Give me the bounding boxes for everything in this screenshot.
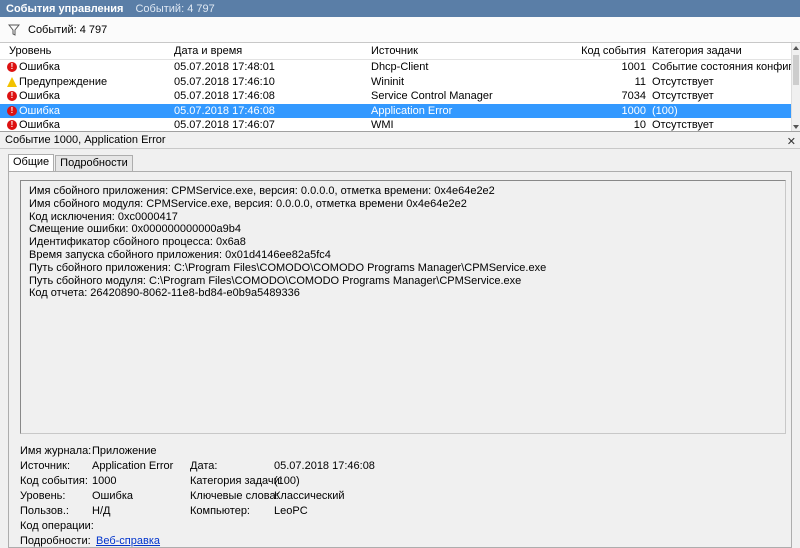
cell-category: Отсутствует: [652, 90, 714, 102]
log-name-label: Имя журнала:: [20, 445, 92, 457]
grid-scrollbar[interactable]: [791, 43, 800, 131]
filter-icon[interactable]: [8, 24, 20, 36]
view-title: События управления: [6, 2, 124, 15]
message-line: Идентификатор сбойного процесса: 0x6a8: [29, 236, 246, 249]
keywords-value: Классический: [274, 490, 345, 502]
general-panel: Имя сбойного приложения: CPMService.exe,…: [8, 171, 792, 548]
opcode-label: Код операции:: [20, 520, 94, 532]
event-message-box[interactable]: Имя сбойного приложения: CPMService.exe,…: [20, 180, 786, 434]
error-icon: !: [7, 62, 17, 72]
message-line: Код отчета: 26420890-8062-11e8-bd84-e0b9…: [29, 287, 300, 300]
cell-code: 11: [634, 75, 646, 88]
detail-title-bar: Событие 1000, Application Error ✕: [0, 133, 800, 149]
grid-header: Уровень Дата и время Источник Код событи…: [0, 43, 800, 60]
date-label: Дата:: [190, 460, 218, 472]
filter-bar: Событий: 4 797: [0, 17, 800, 43]
message-line: Путь сбойного модуля: C:\Program Files\C…: [29, 274, 522, 287]
table-row[interactable]: Предупреждение 05.07.2018 17:46:10 Winin…: [0, 75, 800, 90]
scroll-thumb[interactable]: [793, 55, 799, 85]
cell-level: Ошибка: [19, 104, 60, 117]
cell-category: Отсутствует: [652, 119, 714, 131]
cell-date: 05.07.2018 17:46:08: [174, 90, 275, 102]
col-header-date[interactable]: Дата и время: [174, 45, 242, 57]
source-value: Application Error: [92, 460, 174, 472]
title-bar: События управления Событий: 4 797: [0, 0, 800, 17]
cell-category: Событие состояния конфигур...: [652, 61, 800, 73]
cell-source: Dhcp-Client: [371, 61, 429, 73]
event-code-value: 1000: [92, 475, 117, 487]
level-value: Ошибка: [92, 490, 133, 502]
tab-general[interactable]: Общие: [8, 154, 55, 171]
message-line: Время запуска сбойного приложения: 0x01d…: [29, 248, 331, 261]
col-header-source[interactable]: Источник: [371, 45, 418, 57]
task-category-label: Категория задачи:: [190, 475, 283, 487]
error-icon: !: [7, 91, 17, 101]
cell-level: Ошибка: [19, 61, 60, 73]
scroll-up-icon[interactable]: [793, 46, 799, 50]
cell-category: Отсутствует: [652, 75, 714, 88]
message-line: Смещение ошибки: 0x000000000000a9b4: [29, 223, 242, 236]
cell-date: 05.07.2018 17:46:07: [174, 119, 275, 131]
table-row[interactable]: ! Ошибка 05.07.2018 17:46:07 WMI 10 Отсу…: [0, 118, 800, 131]
cell-code: 7034: [621, 90, 646, 102]
log-name-value: Приложение: [92, 445, 157, 457]
error-icon: !: [7, 120, 17, 130]
user-value: Н/Д: [92, 505, 111, 517]
tab-details[interactable]: Подробности: [55, 155, 133, 171]
computer-label: Компьютер:: [190, 505, 250, 517]
cell-source: Wininit: [371, 75, 405, 88]
source-label: Источник:: [20, 460, 71, 472]
cell-date: 05.07.2018 17:46:08: [174, 104, 275, 117]
error-icon: !: [7, 105, 17, 116]
cell-date: 05.07.2018 17:48:01: [174, 61, 275, 73]
events-grid[interactable]: Уровень Дата и время Источник Код событи…: [0, 43, 800, 132]
event-code-label: Код события:: [20, 475, 88, 487]
computer-value: LeoPC: [274, 505, 308, 517]
col-header-code[interactable]: Код события: [560, 45, 646, 57]
message-line: Имя сбойного модуля: CPMService.exe, вер…: [29, 197, 467, 210]
date-value: 05.07.2018 17:46:08: [274, 460, 375, 472]
user-label: Пользов.:: [20, 505, 69, 517]
message-line: Имя сбойного приложения: CPMService.exe,…: [29, 185, 495, 197]
cell-source: Application Error: [371, 104, 453, 117]
detail-title: Событие 1000, Application Error: [5, 134, 166, 146]
filter-event-count: Событий: 4 797: [28, 23, 108, 36]
close-icon[interactable]: ✕: [787, 135, 796, 150]
warning-icon: [7, 76, 17, 87]
view-event-count: Событий: 4 797: [135, 2, 215, 15]
message-line: Код исключения: 0xc0000417: [29, 210, 178, 223]
scroll-down-icon[interactable]: [793, 125, 799, 129]
cell-code: 1001: [621, 61, 646, 73]
web-help-link[interactable]: Веб-справка: [96, 535, 160, 547]
keywords-label: Ключевые слова:: [190, 490, 279, 502]
task-category-value: (100): [274, 475, 300, 487]
message-line: Путь сбойного приложения: C:\Program Fil…: [29, 261, 547, 274]
cell-source: WMI: [371, 119, 394, 131]
cell-code: 10: [633, 119, 646, 131]
table-row-selected[interactable]: ! Ошибка 05.07.2018 17:46:08 Application…: [0, 103, 800, 118]
level-label: Уровень:: [20, 490, 66, 502]
cell-source: Service Control Manager: [371, 90, 493, 102]
cell-date: 05.07.2018 17:46:10: [174, 75, 275, 88]
more-info-label: Подробности:: [20, 535, 91, 547]
col-header-category[interactable]: Категория задачи: [652, 45, 742, 57]
cell-category: (100): [652, 104, 678, 117]
table-row[interactable]: ! Ошибка 05.07.2018 17:48:01 Dhcp-Client…: [0, 60, 800, 75]
table-row[interactable]: ! Ошибка 05.07.2018 17:46:08 Service Con…: [0, 89, 800, 104]
detail-tabs: Общие Подробности: [8, 154, 134, 171]
cell-level: Ошибка: [19, 119, 60, 131]
cell-code: 1000: [621, 104, 646, 117]
cell-level: Ошибка: [19, 90, 60, 102]
col-header-level[interactable]: Уровень: [9, 45, 51, 57]
cell-level: Предупреждение: [19, 75, 108, 88]
